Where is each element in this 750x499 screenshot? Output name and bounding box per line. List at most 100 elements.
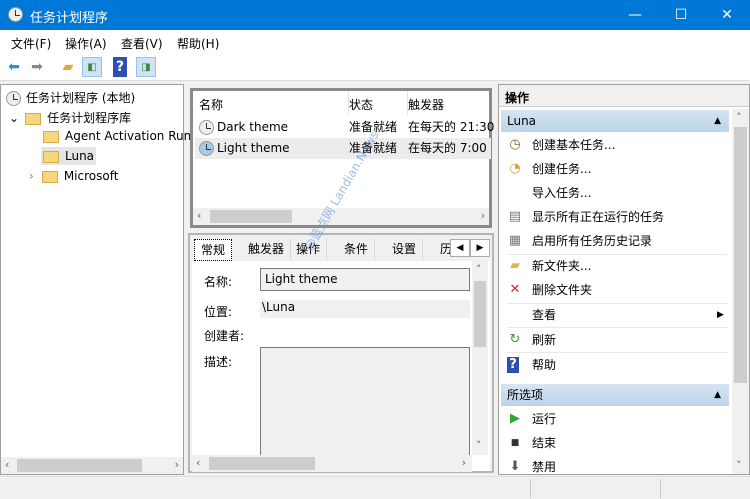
action-create-task[interactable]: ◔ 创建任务... [507,157,732,181]
submenu-arrow-icon: ▶ [717,310,724,320]
help-icon[interactable]: ? [113,57,127,77]
action-import-task[interactable]: 导入任务... [507,181,732,205]
action-label: 运行 [532,412,557,426]
section-luna-header[interactable]: Luna ▲ [501,110,729,132]
folder-clock-icon [25,112,42,125]
tree-item-microsoft[interactable]: › Microsoft [29,169,118,183]
folder-icon [43,130,59,143]
action-end[interactable]: ■ 结束 [507,431,732,455]
tree-horizontal-scrollbar[interactable]: ‹ › [1,457,183,474]
actions-title: 操作 [499,85,749,107]
column-trigger[interactable]: 触发器 [408,96,444,113]
tab-scroll-right-button[interactable]: ▶ [470,239,490,257]
collapse-icon[interactable]: ▲ [714,384,721,406]
task-name: Dark theme [217,120,289,134]
section-luna-label: Luna [507,114,537,128]
action-create-basic-task[interactable]: ◷ 创建基本任务... [507,133,732,157]
name-field[interactable]: Light theme [260,268,470,291]
task-details: 常规 触发器 操作 条件 设置 历 ◀ ▶ 名称: Light theme 位置… [188,233,494,473]
action-label: 创建任务... [532,162,592,176]
tree-root-label: 任务计划程序 (本地) [26,91,136,105]
action-help[interactable]: ? 帮助 [507,353,732,377]
chevron-right-icon[interactable]: › [29,169,34,183]
details-horizontal-scrollbar[interactable]: ‹ › [192,455,472,472]
up-folder-icon[interactable]: ▰ [58,57,78,77]
task-name: Light theme [217,141,290,155]
close-button[interactable]: ✕ [704,0,750,30]
create-task-icon: ◔ [509,161,521,176]
tab-triggers[interactable]: 触发器 [242,239,292,261]
chevron-down-icon[interactable]: ⌄ [9,111,19,125]
details-vertical-scrollbar[interactable]: ˄ ˅ [472,261,488,455]
run-play-icon: ▶ [510,411,520,426]
action-delete-folder[interactable]: ✕ 删除文件夹 [507,278,732,302]
action-label: 删除文件夹 [532,283,593,297]
general-tab-content: 名称: Light theme 位置: \Luna 创建者: 描述: ˄ ˅ ‹ › [192,261,490,472]
action-run[interactable]: ▶ 运行 [507,407,732,431]
status-bar [0,476,750,499]
toolbar: ⬅ ➡ ▰ ◧ ? ◨ [0,54,750,81]
running-tasks-icon: ▤ [508,209,522,224]
action-new-folder[interactable]: ▰ 新文件夹... [507,254,732,278]
tree-pane: 任务计划程序 (本地) ⌄ 任务计划程序库 Agent Activation Ru… [0,84,218,475]
disable-down-arrow-icon: ⬇ [509,459,521,474]
tree-library-label: 任务计划程序库 [47,111,132,125]
forward-arrow-icon[interactable]: ➡ [27,57,47,77]
actions-vertical-scrollbar[interactable]: ˄ ˅ [732,109,749,474]
menu-view[interactable]: 查看(V) [121,35,163,52]
folder-icon [41,170,58,183]
tree-item-label: Luna [65,149,95,163]
section-selected-header[interactable]: 所选项 ▲ [501,384,729,406]
tab-scroll-left-button[interactable]: ◀ [450,239,470,257]
task-trigger: 在每天的 21:30 [408,120,495,134]
menu-action[interactable]: 操作(A) [65,35,107,52]
menu-help[interactable]: 帮助(H) [177,35,219,52]
action-enable-history[interactable]: ▦ 启用所有任务历史记录 [507,229,732,253]
history-icon: ▦ [508,233,522,248]
location-label: 位置: [204,305,233,319]
task-clock-icon [199,141,214,156]
tab-conditions[interactable]: 条件 [338,239,376,261]
refresh-icon: ↻ [509,332,521,347]
show-hide-tree-icon[interactable]: ◧ [82,57,102,77]
action-show-running[interactable]: ▤ 显示所有正在运行的任务 [507,205,732,229]
new-folder-icon: ▰ [510,258,520,273]
maximize-button[interactable]: ☐ [658,0,704,30]
section-selected-label: 所选项 [507,388,544,402]
task-list-horizontal-scrollbar[interactable]: ‹ › [193,208,489,225]
title-bar: 任务计划程序 — ☐ ✕ [0,0,750,30]
action-label: 帮助 [532,358,557,372]
tree-library[interactable]: ⌄ 任务计划程序库 [9,109,131,126]
description-field[interactable] [260,347,470,455]
tab-settings[interactable]: 设置 [386,239,424,261]
action-refresh[interactable]: ↻ 刷新 [507,328,732,352]
help-icon: ? [507,357,519,373]
show-hide-action-pane-icon[interactable]: ◨ [136,57,156,77]
task-clock-icon [199,120,214,135]
tree-item-luna[interactable]: Luna [41,147,97,165]
name-label: 名称: [204,275,233,289]
task-row[interactable]: Dark theme 准备就绪 在每天的 21:30 [195,117,495,138]
back-arrow-icon[interactable]: ⬅ [4,57,24,77]
column-status[interactable]: 状态 [349,96,373,113]
menu-bar: 文件(F) 操作(A) 查看(V) 帮助(H) [0,30,750,54]
menu-file[interactable]: 文件(F) [11,35,51,52]
minimize-button[interactable]: — [612,0,658,30]
action-label: 结束 [532,436,557,450]
app-clock-icon [8,7,23,22]
actions-pane: 操作 Luna ▲ ◷ 创建基本任务... ◔ 创建任务... 导入任务... ▤ 显示… [498,84,750,475]
tree-root[interactable]: 任务计划程序 (本地) [6,89,135,106]
task-list-header: 名称 状态 触发器 [193,91,489,115]
clock-icon [6,91,21,106]
task-row-selected[interactable]: Light theme 准备就绪 在每天的 7:00 [195,138,491,159]
tree-item-label: Microsoft [63,169,119,183]
create-basic-task-icon: ◷ [509,137,521,152]
action-view[interactable]: 查看 ▶ [507,303,732,327]
tab-general[interactable]: 常规 [194,239,233,261]
stop-icon: ■ [510,438,520,448]
collapse-icon[interactable]: ▲ [714,110,721,132]
location-value: \Luna [262,300,296,314]
column-name[interactable]: 名称 [199,96,223,113]
window-title: 任务计划程序 [30,11,109,26]
author-label: 创建者: [204,329,245,343]
